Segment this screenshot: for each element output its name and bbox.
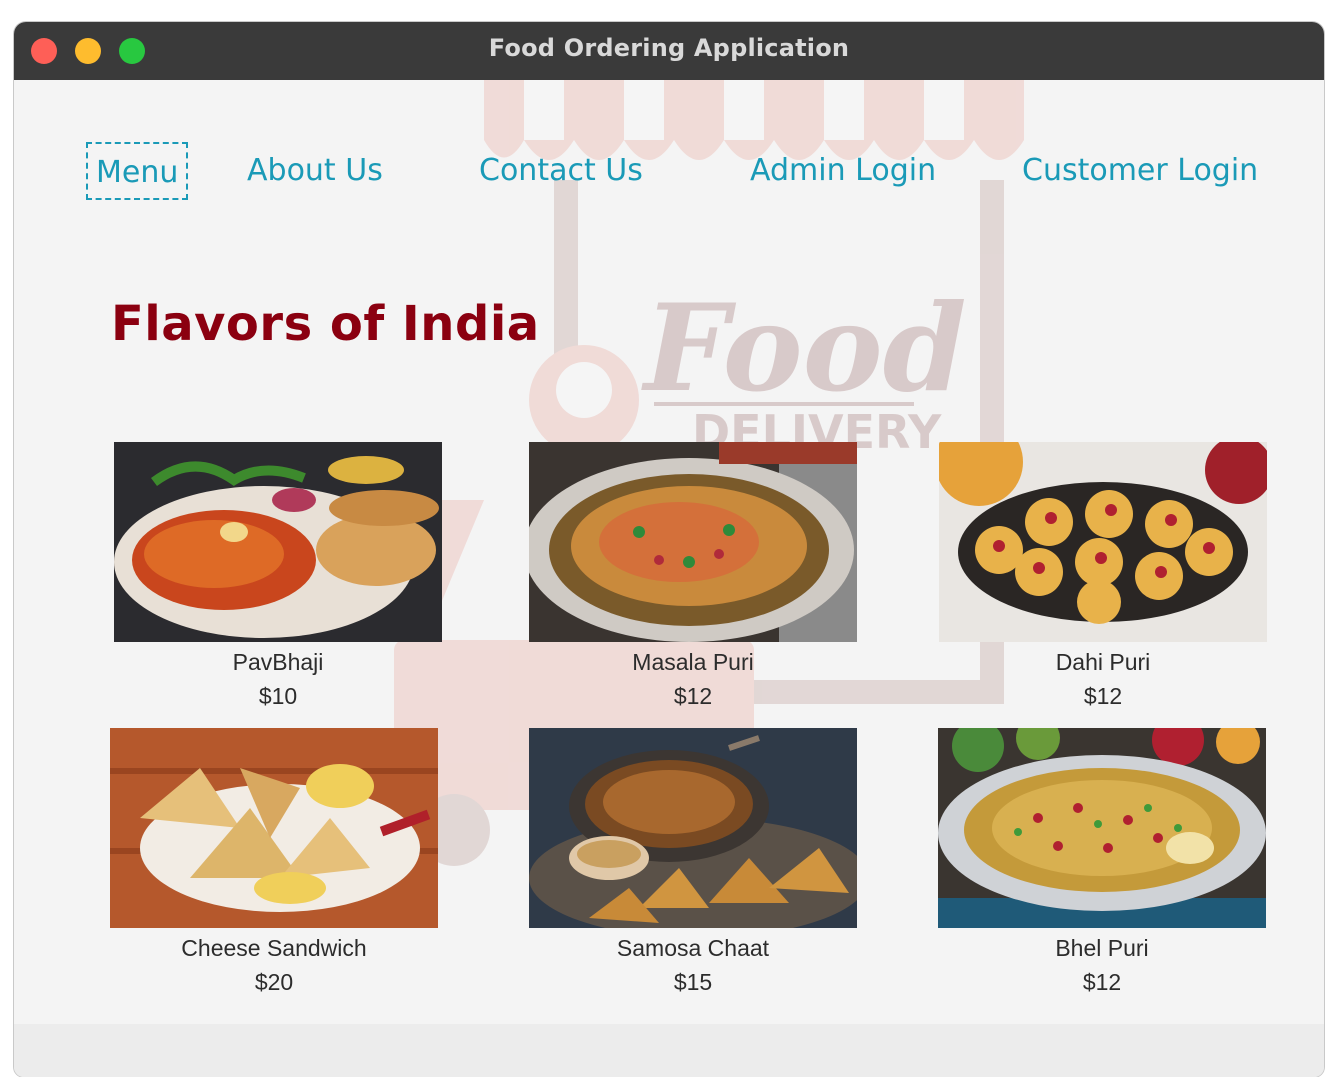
item-name: Samosa Chaat: [616, 935, 770, 961]
menu-item-card[interactable]: Masala Puri $12: [529, 442, 857, 710]
item-price: $15: [673, 969, 713, 995]
window-title: Food Ordering Application: [488, 34, 850, 62]
item-price: $10: [258, 683, 298, 709]
cheese-sandwich-photo[interactable]: [110, 728, 438, 928]
samosa-chaat-photo[interactable]: [529, 728, 857, 928]
masala-puri-photo[interactable]: [529, 442, 857, 642]
item-name: Masala Puri: [632, 649, 754, 675]
dahi-puri-photo[interactable]: [939, 442, 1267, 642]
menu-item-card[interactable]: PavBhaji $10: [114, 442, 442, 710]
svg-text:Food: Food: [641, 278, 967, 419]
nav-about-us[interactable]: About Us: [247, 142, 383, 200]
nav-contact-us[interactable]: Contact Us: [479, 142, 643, 200]
top-navigation: Menu About Us Contact Us Admin Login Cus…: [14, 142, 1324, 202]
nav-customer-login[interactable]: Customer Login: [1022, 142, 1258, 200]
menu-item-card[interactable]: Dahi Puri $12: [939, 442, 1267, 710]
nav-admin-login[interactable]: Admin Login: [750, 142, 936, 200]
background-strip: [0, 0, 1338, 22]
pav-bhaji-photo[interactable]: [114, 442, 442, 642]
bhel-puri-photo[interactable]: [938, 728, 1266, 928]
item-name: Dahi Puri: [1055, 649, 1151, 675]
menu-item-card[interactable]: Cheese Sandwich $20: [110, 728, 438, 996]
item-name: Bhel Puri: [1055, 935, 1149, 961]
app-window: Food Ordering Application Food DELIVERY …: [14, 22, 1324, 1077]
item-price: $12: [1083, 683, 1123, 709]
item-price: $12: [673, 683, 713, 709]
window-footer: [14, 1024, 1324, 1077]
item-name: PavBhaji: [232, 649, 324, 675]
item-price: $20: [254, 969, 294, 995]
menu-item-card[interactable]: Bhel Puri $12: [938, 728, 1266, 996]
item-name: Cheese Sandwich: [181, 935, 367, 961]
page-heading: Flavors of India: [111, 296, 540, 352]
nav-menu[interactable]: Menu: [86, 142, 189, 200]
title-bar: Food Ordering Application: [14, 22, 1324, 81]
menu-item-card[interactable]: Samosa Chaat $15: [529, 728, 857, 996]
item-price: $12: [1082, 969, 1122, 995]
main-content: Food DELIVERY Menu About Us Contact Us A…: [14, 80, 1324, 1024]
